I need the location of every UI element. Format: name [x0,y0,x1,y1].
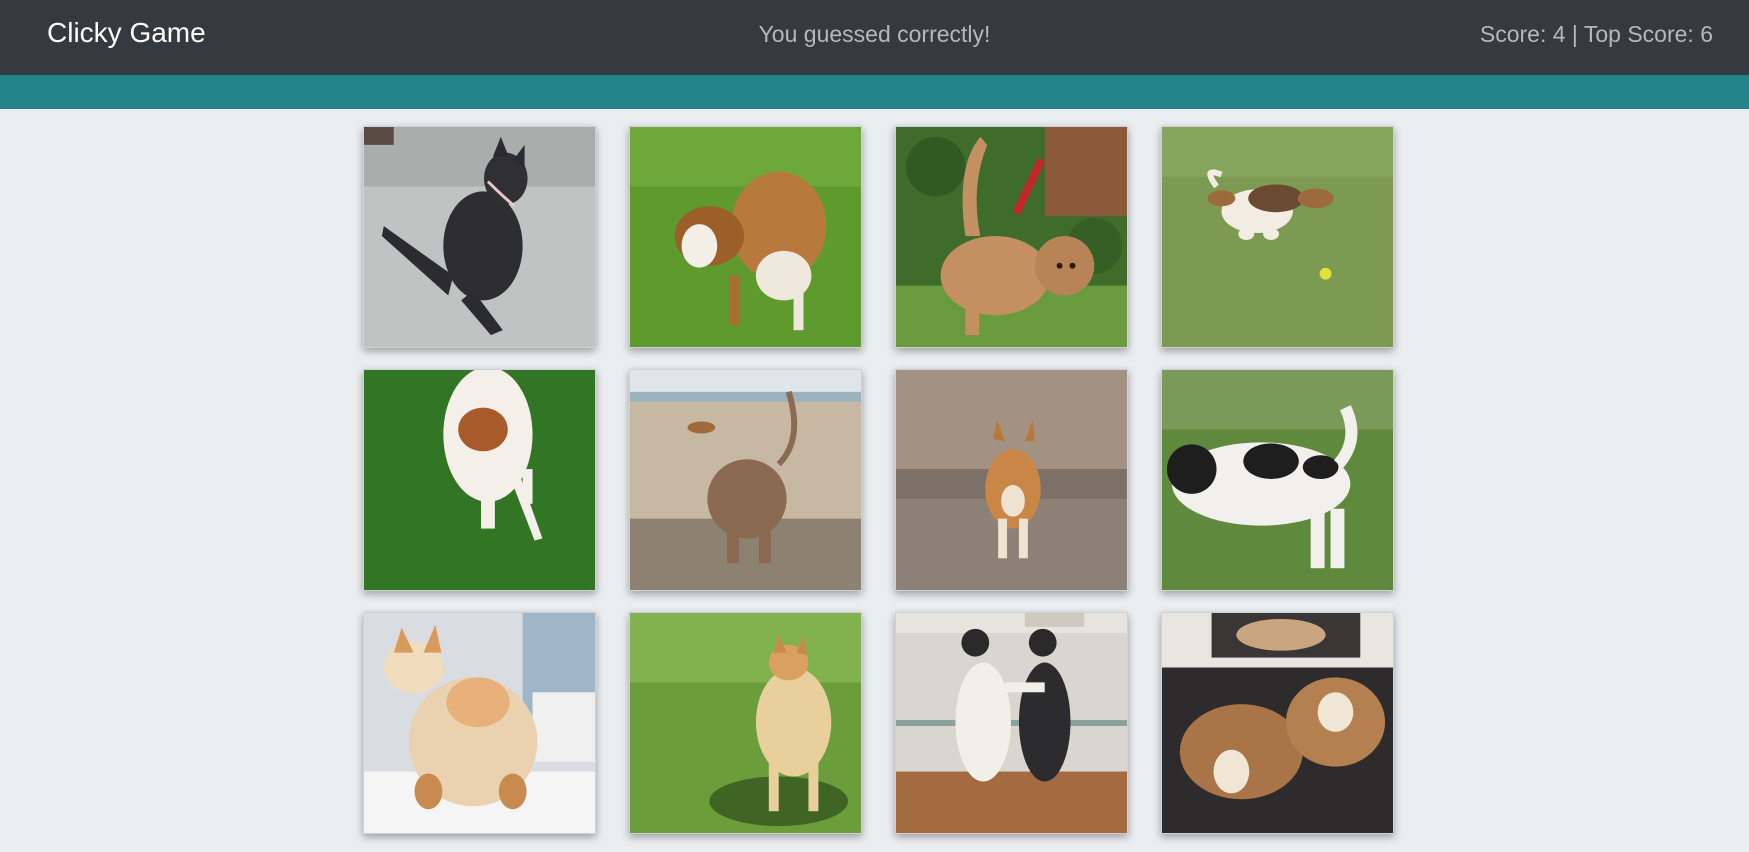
dog-image [630,370,861,590]
dog-image [1162,370,1393,590]
dog-image [1162,127,1393,347]
card-grid [363,126,1397,834]
dog-image [896,127,1127,347]
dog-card[interactable] [1161,612,1394,834]
dog-card[interactable] [895,369,1128,591]
dog-card[interactable] [895,612,1128,834]
dog-image [364,613,595,833]
dog-image [1162,613,1393,833]
dog-image [896,613,1127,833]
dog-image [364,370,595,590]
dog-card[interactable] [629,126,862,348]
dog-card[interactable] [629,612,862,834]
dog-image [364,127,595,347]
navbar: Clicky Game You guessed correctly! Score… [0,0,1749,75]
dog-card[interactable] [895,126,1128,348]
score-display: Score: 4 | Top Score: 6 [1479,21,1713,47]
dog-card[interactable] [1161,369,1394,591]
dog-image [630,127,861,347]
dog-image [630,613,861,833]
dog-card[interactable] [363,612,596,834]
dog-card[interactable] [1161,126,1394,348]
header-banner [0,75,1749,109]
dog-image [896,370,1127,590]
dog-card[interactable] [363,369,596,591]
dog-card[interactable] [363,126,596,348]
dog-card[interactable] [629,369,862,591]
